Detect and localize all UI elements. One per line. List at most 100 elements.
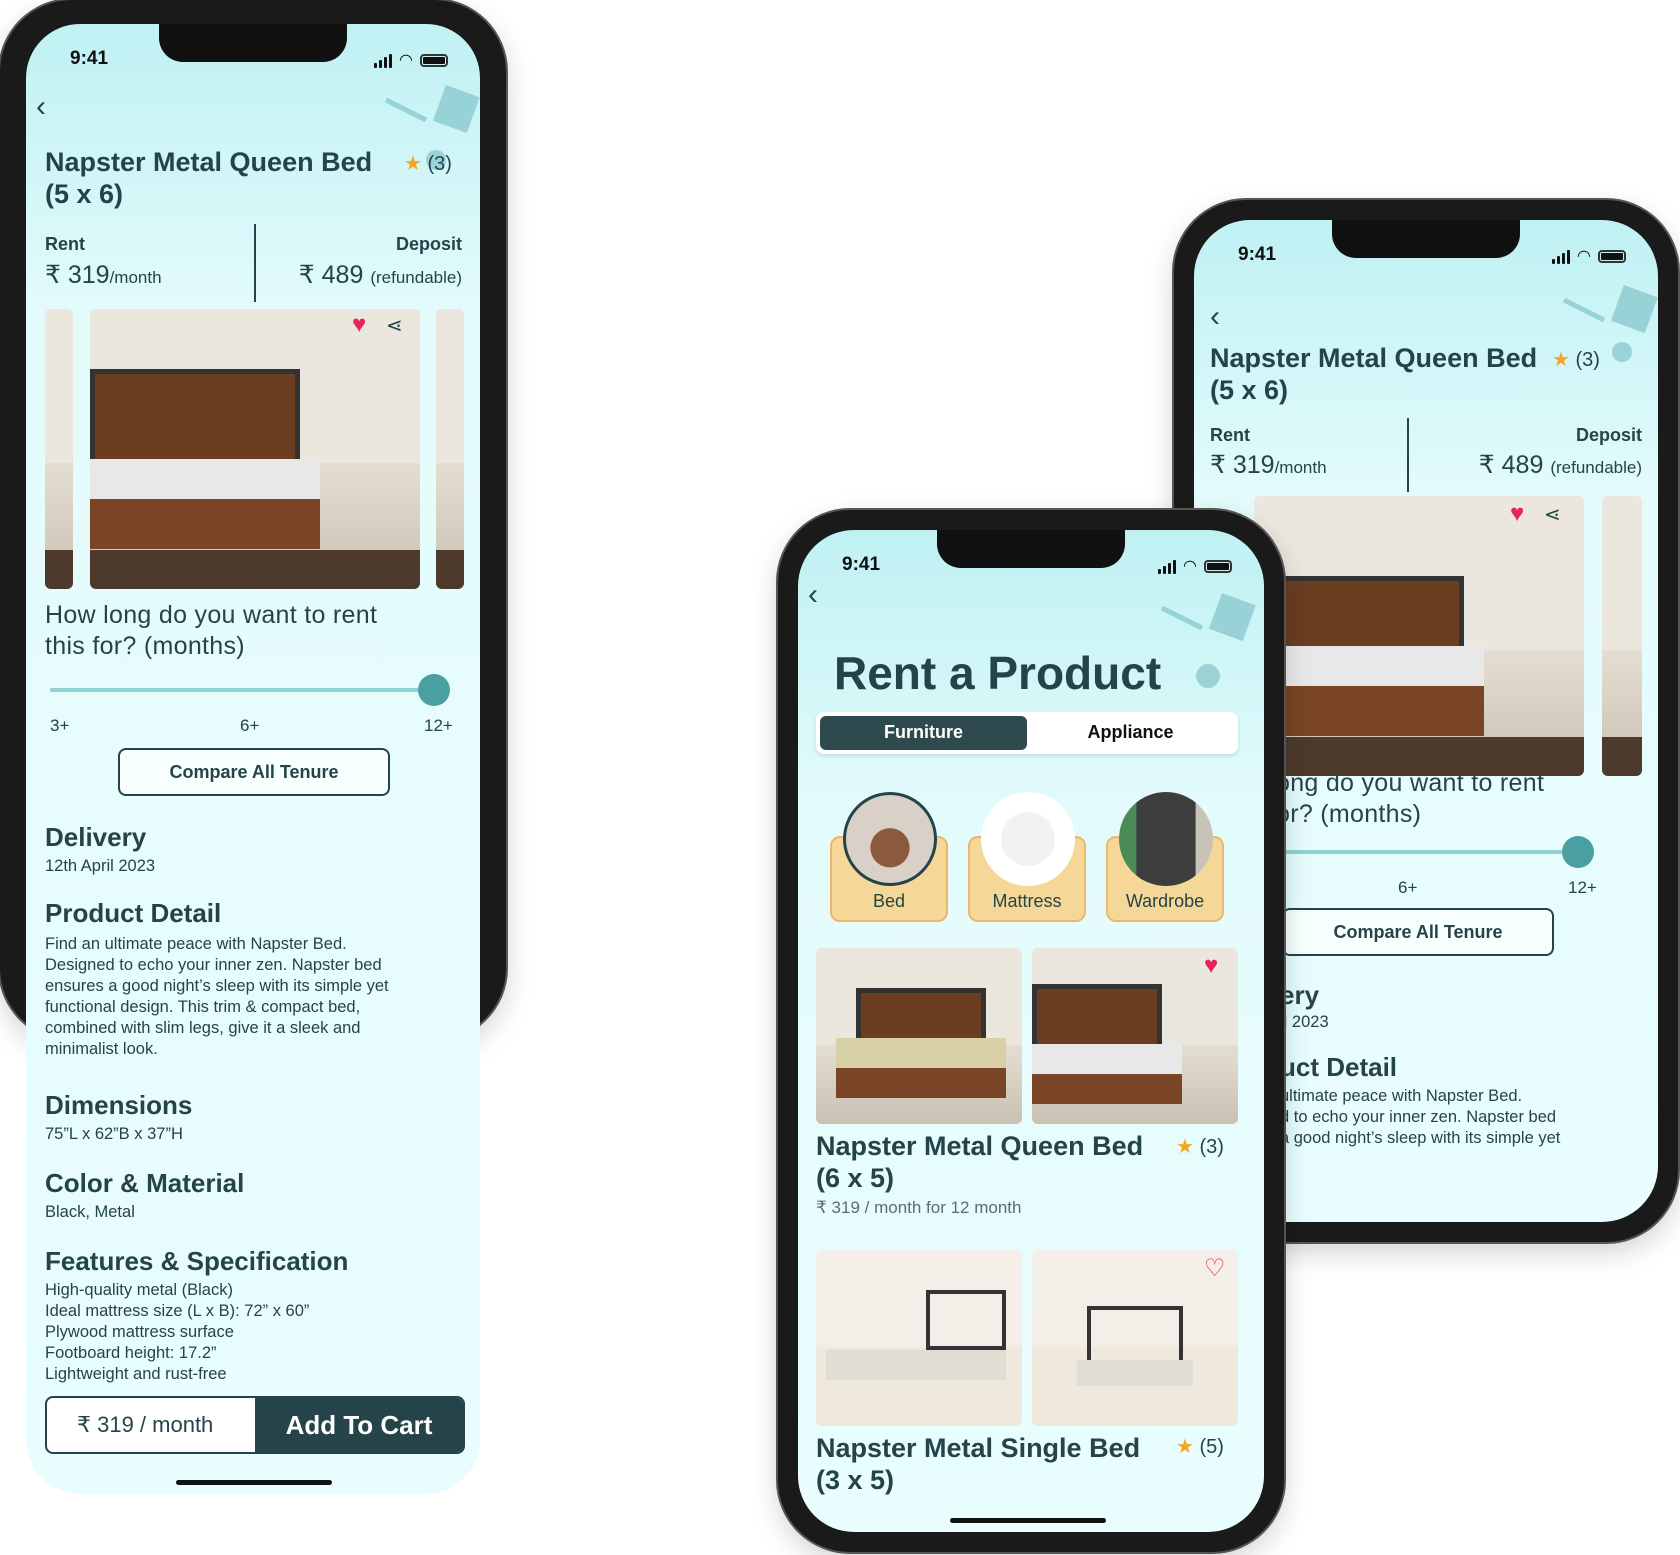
title-line1: Napster Metal Queen Bed bbox=[45, 147, 373, 177]
rent-value: ₹ 319 bbox=[45, 261, 110, 289]
deposit-value: ₹ 489 bbox=[1478, 451, 1544, 479]
title-line2: (5 x 6) bbox=[45, 179, 124, 209]
tenure-question: How long do you want to rent this for? (m… bbox=[45, 600, 377, 662]
feature-item: High-quality metal (Black) bbox=[45, 1281, 233, 1299]
product-image-prev[interactable] bbox=[45, 309, 73, 589]
product-title: Napster Metal Single Bed (3 x 5) bbox=[816, 1432, 1140, 1496]
product-image-next[interactable] bbox=[436, 309, 464, 589]
product-detail-text: Find an ultimate peace with Napster Bed.… bbox=[45, 934, 389, 1060]
heart-icon[interactable]: ♥ bbox=[1510, 500, 1524, 528]
notch bbox=[159, 24, 347, 62]
signal-icon bbox=[373, 53, 392, 68]
signal-icon bbox=[1157, 559, 1176, 574]
tab-furniture[interactable]: Furniture bbox=[820, 716, 1027, 750]
wardrobe-thumbnail bbox=[1119, 792, 1213, 886]
tick-12: 12+ bbox=[424, 716, 453, 735]
tenure-slider-track[interactable] bbox=[1276, 850, 1576, 854]
product-image-next[interactable] bbox=[1602, 496, 1642, 776]
rent-label: Rent bbox=[1210, 425, 1250, 445]
rating-count: (3) bbox=[1575, 349, 1600, 371]
share-icon[interactable]: ⋖ bbox=[386, 313, 403, 338]
title-line1: Napster Metal Queen Bed bbox=[1210, 343, 1538, 373]
tick-3: 3+ bbox=[50, 716, 70, 735]
share-icon[interactable]: ⋖ bbox=[1544, 502, 1561, 527]
compare-all-tenure-button[interactable]: Compare All Tenure bbox=[118, 748, 390, 796]
dimensions-heading: Dimensions bbox=[45, 1090, 193, 1120]
feature-item: Footboard height: 17.2” bbox=[45, 1344, 217, 1362]
rent-price: ₹ 319/month bbox=[1210, 450, 1327, 480]
rent-unit: /month bbox=[1274, 458, 1327, 477]
compare-all-tenure-button[interactable]: Compare All Tenure bbox=[1282, 908, 1554, 956]
delivery-heading: Delivery bbox=[45, 822, 147, 852]
tenure-slider-handle[interactable] bbox=[418, 674, 450, 706]
battery-icon bbox=[420, 53, 448, 67]
product-title: Napster Metal Queen Bed (5 x 6) bbox=[1210, 342, 1537, 406]
delivery-date: 12th April 2023 bbox=[45, 857, 156, 875]
battery-icon bbox=[1598, 249, 1626, 263]
back-chevron-icon[interactable]: ‹ bbox=[1210, 300, 1220, 334]
detail-line: minimalist look. bbox=[45, 1040, 158, 1058]
detail-line: functional design. This trim & compact b… bbox=[45, 998, 361, 1016]
furniture-doodle-icon bbox=[1160, 593, 1256, 688]
wifi-icon: ◠ bbox=[399, 52, 412, 69]
star-icon: ★ bbox=[1552, 349, 1570, 371]
back-chevron-icon[interactable]: ‹ bbox=[808, 578, 818, 612]
cart-bar: ₹ 319 / month Add To Cart bbox=[45, 1396, 465, 1454]
product-image[interactable]: ♥ bbox=[1032, 948, 1238, 1124]
deposit-unit: (refundable) bbox=[1550, 458, 1642, 477]
category-bed[interactable]: Bed bbox=[830, 792, 948, 922]
detail-line: a good night’s sleep with its simple yet bbox=[1280, 1129, 1561, 1147]
question-line1: How long do you want to rent bbox=[45, 601, 378, 629]
category-label: Mattress bbox=[992, 891, 1062, 911]
category-mattress[interactable]: Mattress bbox=[968, 792, 1086, 922]
title-line1: Napster Metal Queen Bed bbox=[816, 1131, 1144, 1161]
wifi-icon: ◠ bbox=[1577, 248, 1590, 265]
battery-icon bbox=[1204, 559, 1232, 573]
heart-icon[interactable]: ♥ bbox=[1204, 952, 1218, 980]
detail-line: Find an ultimate peace with Napster Bed. bbox=[45, 935, 347, 953]
bed-thumbnail bbox=[843, 792, 937, 886]
delivery-date: il 2023 bbox=[1280, 1013, 1329, 1031]
signal-icon bbox=[1551, 249, 1570, 264]
heart-outline-icon[interactable]: ♡ bbox=[1204, 1254, 1226, 1283]
product-detail-heading: Product Detail bbox=[45, 898, 222, 928]
add-to-cart-button[interactable]: Add To Cart bbox=[255, 1398, 463, 1452]
rent-unit: /month bbox=[109, 268, 162, 287]
product-image[interactable]: ♥ ⋖ bbox=[90, 309, 420, 589]
product-image[interactable] bbox=[816, 948, 1022, 1124]
product-title: Napster Metal Queen Bed (6 x 5) bbox=[816, 1130, 1143, 1194]
title-line1: Napster Metal Single Bed bbox=[816, 1433, 1141, 1463]
deposit-value: ₹ 489 bbox=[298, 261, 364, 289]
category-label: Wardrobe bbox=[1125, 891, 1205, 911]
delivery-heading: ery bbox=[1280, 980, 1320, 1010]
status-time: 9:41 bbox=[842, 554, 881, 575]
back-chevron-icon[interactable]: ‹ bbox=[36, 90, 46, 124]
detail-line: ultimate peace with Napster Bed. bbox=[1280, 1087, 1523, 1105]
heart-icon[interactable]: ♥ bbox=[352, 311, 366, 339]
color-material-value: Black, Metal bbox=[45, 1203, 135, 1221]
tenure-slider-track[interactable] bbox=[50, 688, 430, 692]
star-icon: ★ bbox=[404, 153, 422, 175]
home-indicator bbox=[176, 1480, 332, 1485]
notch bbox=[1332, 220, 1520, 258]
product-image[interactable] bbox=[816, 1250, 1022, 1426]
deposit-price: ₹ 489 (refundable) bbox=[299, 260, 462, 290]
status-time: 9:41 bbox=[1238, 244, 1277, 265]
feature-item: Lightweight and rust-free bbox=[45, 1365, 227, 1383]
product-image[interactable]: ♥ ⋖ bbox=[1254, 496, 1584, 776]
rent-label: Rent bbox=[45, 234, 85, 254]
screen-middle: 9:41 ◠ ‹ Rent a Product Furniture Applia… bbox=[798, 530, 1264, 1532]
product-price: ₹ 319 / month for 12 month bbox=[816, 1198, 1022, 1217]
deposit-label: Deposit bbox=[1575, 425, 1642, 445]
rating: ★ (3) bbox=[1176, 1134, 1224, 1159]
product-detail-text: ultimate peace with Napster Bed. d to ec… bbox=[1280, 1086, 1560, 1149]
detail-line: combined with slim legs, give it a sleek… bbox=[45, 1019, 361, 1037]
tenure-slider-handle[interactable] bbox=[1562, 836, 1594, 868]
screen-left: 9:41 ◠ ‹ Napster Metal Queen Bed (5 x 6) … bbox=[26, 24, 480, 1494]
product-image[interactable]: ♡ bbox=[1032, 1250, 1238, 1426]
dimensions-value: 75”L x 62”B x 37”H bbox=[45, 1125, 183, 1143]
tenure-question: ong do you want to rent or? (months) bbox=[1276, 768, 1544, 830]
category-wardrobe[interactable]: Wardrobe bbox=[1106, 792, 1224, 922]
tab-appliance[interactable]: Appliance bbox=[1027, 716, 1234, 750]
tick-6: 6+ bbox=[240, 716, 260, 735]
